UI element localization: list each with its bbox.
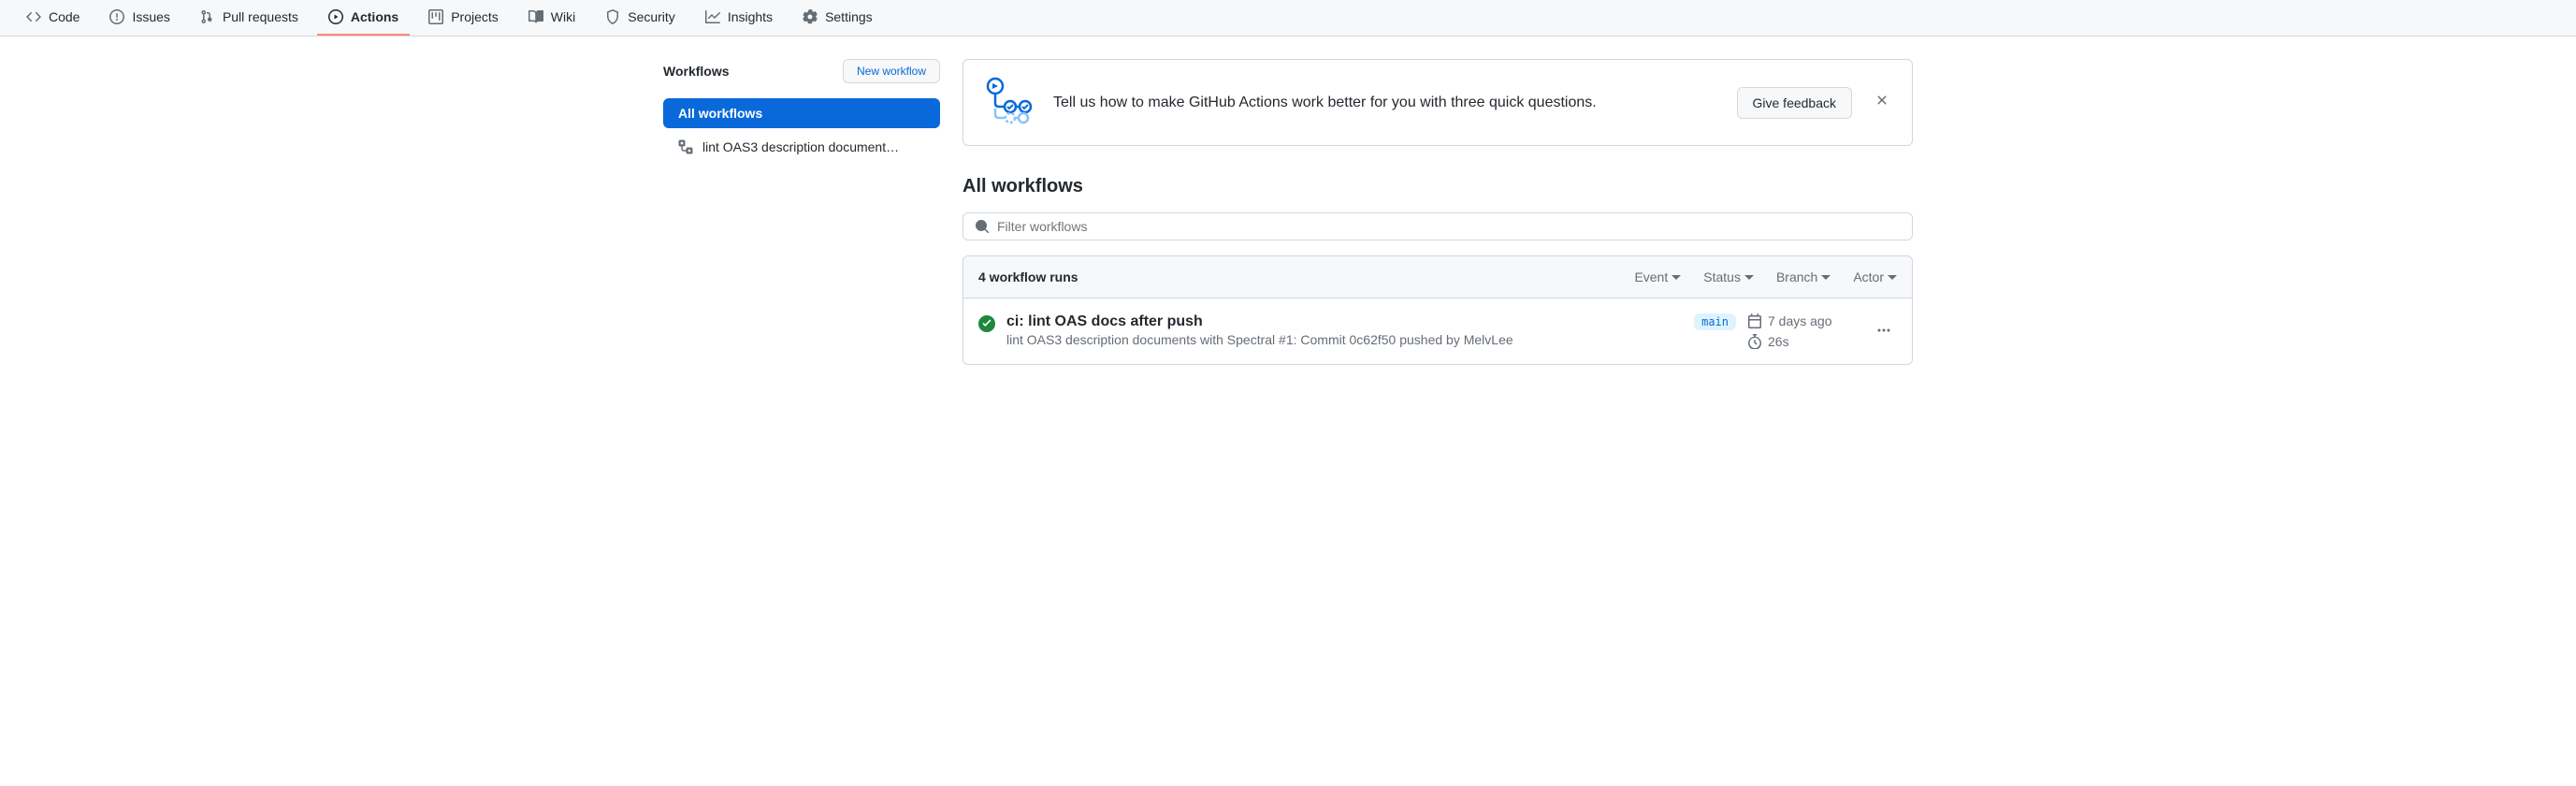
tab-settings[interactable]: Settings [791, 0, 884, 36]
filter-branch[interactable]: Branch [1776, 269, 1831, 284]
git-pull-request-icon [200, 9, 215, 24]
code-icon [26, 9, 41, 24]
repo-nav: Code Issues Pull requests Actions Projec… [0, 0, 2576, 36]
runs-header: 4 workflow runs Event Status Branch [963, 256, 1912, 298]
workflow-icon [678, 139, 693, 154]
tab-insights[interactable]: Insights [694, 0, 784, 36]
run-main: ci: lint OAS docs after push lint OAS3 d… [1006, 313, 1668, 347]
gear-icon [803, 9, 818, 24]
triangle-down-icon [1744, 272, 1754, 282]
tab-actions-label: Actions [351, 9, 398, 24]
runs-filters: Event Status Branch Actor [1634, 269, 1897, 284]
filter-actor[interactable]: Actor [1853, 269, 1897, 284]
tab-issues[interactable]: Issues [98, 0, 181, 36]
run-branch[interactable]: main [1679, 313, 1736, 330]
workflow-runs-box: 4 workflow runs Event Status Branch [962, 255, 1913, 365]
give-feedback-button[interactable]: Give feedback [1737, 87, 1853, 119]
tab-wiki[interactable]: Wiki [517, 0, 586, 36]
banner-text: Tell us how to make GitHub Actions work … [1053, 95, 1718, 111]
run-trigger: Commit 0c62f50 pushed [1300, 332, 1442, 347]
run-meta: 7 days ago 26s [1747, 313, 1860, 349]
book-icon [528, 9, 543, 24]
triangle-down-icon [1821, 272, 1831, 282]
filter-status[interactable]: Status [1703, 269, 1754, 284]
tab-actions[interactable]: Actions [317, 0, 410, 36]
tab-insights-label: Insights [728, 9, 773, 24]
tab-security-label: Security [628, 9, 675, 24]
filter-branch-label: Branch [1776, 269, 1817, 284]
triangle-down-icon [1672, 272, 1681, 282]
filter-event-label: Event [1634, 269, 1668, 284]
sidebar-all-label: All workflows [678, 106, 762, 121]
new-workflow-button[interactable]: New workflow [843, 59, 940, 83]
tab-projects[interactable]: Projects [417, 0, 510, 36]
run-subtitle: lint OAS3 description documents with Spe… [1006, 332, 1668, 347]
issues-icon [109, 9, 124, 24]
run-number: #1 [1279, 332, 1294, 347]
filter-workflows-input[interactable] [997, 219, 1901, 234]
sidebar-item-workflow[interactable]: lint OAS3 description document… [663, 132, 940, 162]
branch-label: main [1694, 313, 1736, 330]
sidebar-title: Workflows [663, 64, 730, 79]
sidebar-workflow-label: lint OAS3 description document… [702, 139, 899, 154]
stopwatch-icon [1747, 334, 1762, 349]
calendar-icon [1747, 313, 1762, 328]
filter-workflows-box[interactable] [962, 212, 1913, 240]
tab-code[interactable]: Code [15, 0, 91, 36]
search-icon [975, 219, 990, 234]
project-icon [428, 9, 443, 24]
tab-security[interactable]: Security [594, 0, 687, 36]
main-container: Workflows New workflow All workflows lin… [633, 36, 1943, 387]
run-title[interactable]: ci: lint OAS docs after push [1006, 313, 1668, 330]
tab-issues-label: Issues [132, 9, 169, 24]
triangle-down-icon [1888, 272, 1897, 282]
actions-illustration-icon [982, 75, 1035, 130]
sidebar-header: Workflows New workflow [663, 59, 940, 83]
sidebar-item-all-workflows[interactable]: All workflows [663, 98, 940, 128]
kebab-horizontal-icon [1876, 323, 1891, 338]
tab-pulls[interactable]: Pull requests [189, 0, 310, 36]
run-workflow-name[interactable]: lint OAS3 description documents with Spe… [1006, 332, 1275, 347]
tab-wiki-label: Wiki [551, 9, 575, 24]
close-icon [1874, 93, 1889, 108]
feedback-banner: Tell us how to make GitHub Actions work … [962, 59, 1913, 146]
run-duration: 26s [1747, 334, 1860, 349]
workflow-run-row[interactable]: ci: lint OAS docs after push lint OAS3 d… [963, 298, 1912, 364]
filter-event[interactable]: Event [1634, 269, 1681, 284]
run-actor-prefix: by [1446, 332, 1460, 347]
run-actor[interactable]: MelvLee [1464, 332, 1513, 347]
graph-icon [705, 9, 720, 24]
run-duration-text: 26s [1768, 334, 1789, 349]
run-time: 7 days ago [1747, 313, 1860, 328]
status-success-icon [978, 315, 995, 335]
tab-settings-label: Settings [825, 9, 873, 24]
repo-nav-list: Code Issues Pull requests Actions Projec… [15, 0, 2561, 36]
play-icon [328, 9, 343, 24]
runs-count: 4 workflow runs [978, 269, 1078, 284]
shield-icon [605, 9, 620, 24]
page-title: All workflows [962, 176, 1913, 197]
filter-actor-label: Actor [1853, 269, 1884, 284]
run-actions-menu-button[interactable] [1871, 317, 1897, 346]
tab-pulls-label: Pull requests [223, 9, 298, 24]
tab-projects-label: Projects [451, 9, 499, 24]
workflows-sidebar: Workflows New workflow All workflows lin… [663, 59, 940, 365]
banner-close-button[interactable] [1871, 89, 1893, 116]
tab-code-label: Code [49, 9, 80, 24]
run-time-text: 7 days ago [1768, 313, 1832, 328]
filter-status-label: Status [1703, 269, 1741, 284]
main-content: Tell us how to make GitHub Actions work … [962, 59, 1913, 365]
